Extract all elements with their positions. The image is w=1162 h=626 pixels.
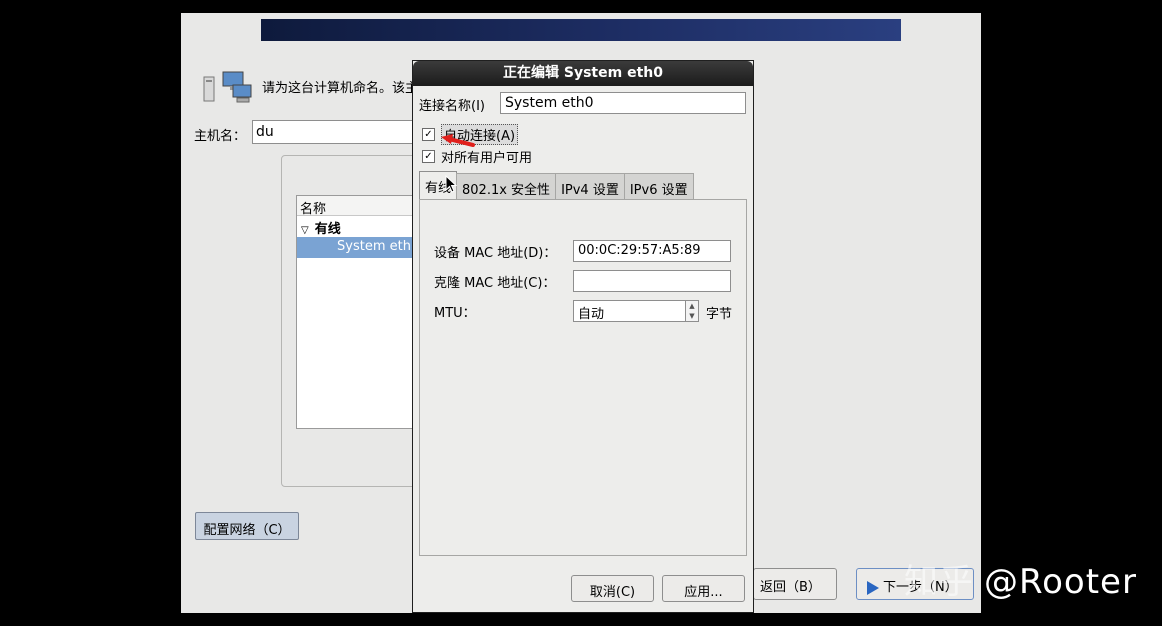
arrow-right-icon [867, 580, 879, 595]
all-users-checkbox[interactable]: ✓ [422, 150, 435, 163]
clone-mac-input[interactable] [573, 270, 731, 292]
configure-network-button[interactable]: 配置网络（C） [195, 512, 299, 540]
red-annotation-arrow-icon [441, 134, 475, 147]
spin-buttons[interactable]: ▲ ▼ [685, 301, 698, 321]
dialog-tabs: 有线 802.1x 安全性 IPv4 设置 IPv6 设置 [419, 171, 694, 199]
hostname-prompt: 请为这台计算机命名。该主 [262, 81, 419, 96]
tab-ipv4-settings[interactable]: IPv4 设置 [555, 173, 625, 199]
tab-8021x-security[interactable]: 802.1x 安全性 [456, 173, 557, 199]
mtu-label: MTU： [434, 306, 476, 321]
tree-group-label: 有线 [314, 222, 341, 237]
mtu-spinbox[interactable]: 自动 ▲ ▼ [573, 300, 699, 322]
connection-name-label: 连接名称(I) [419, 99, 485, 114]
computer-icon [203, 71, 252, 103]
tab-ipv6-settings[interactable]: IPv6 设置 [623, 173, 694, 199]
all-users-label: 对所有用户可用 [441, 151, 533, 166]
all-users-row[interactable]: ✓ 对所有用户可用 [422, 147, 532, 166]
header-banner [261, 19, 901, 41]
mtu-unit-label: 字节 [706, 307, 733, 322]
connection-name-input[interactable]: System eth0 [500, 92, 746, 114]
back-button-label: 返回（B） [760, 580, 821, 595]
hostname-label: 主机名： [194, 129, 247, 144]
spin-up-icon[interactable]: ▲ [686, 301, 698, 311]
watermark: 知乎 @Rooter [904, 554, 1137, 603]
mouse-pointer-icon [445, 175, 457, 193]
device-mac-input[interactable]: 00:0C:29:57:A5:89 [573, 240, 731, 262]
watermark-text: @Rooter [984, 562, 1137, 602]
dialog-title: 正在编辑 System eth0 [413, 61, 753, 86]
watermark-logo: 知乎 [904, 562, 974, 602]
wired-tab-panel: 设备 MAC 地址(D)： 00:0C:29:57:A5:89 克隆 MAC 地… [419, 199, 747, 556]
mtu-value: 自动 [578, 307, 605, 322]
back-button[interactable]: 返回（B） [753, 568, 837, 600]
cancel-button[interactable]: 取消(C) [571, 575, 654, 602]
apply-button[interactable]: 应用... [662, 575, 745, 602]
clone-mac-label: 克隆 MAC 地址(C)： [434, 276, 556, 291]
expander-triangle-icon[interactable]: ▽ [301, 225, 309, 236]
device-mac-label: 设备 MAC 地址(D)： [434, 246, 557, 261]
spin-down-icon[interactable]: ▼ [686, 311, 698, 321]
edit-connection-dialog: 正在编辑 System eth0 连接名称(I) System eth0 ✓ 自… [412, 60, 754, 613]
auto-connect-checkbox[interactable]: ✓ [422, 128, 435, 141]
